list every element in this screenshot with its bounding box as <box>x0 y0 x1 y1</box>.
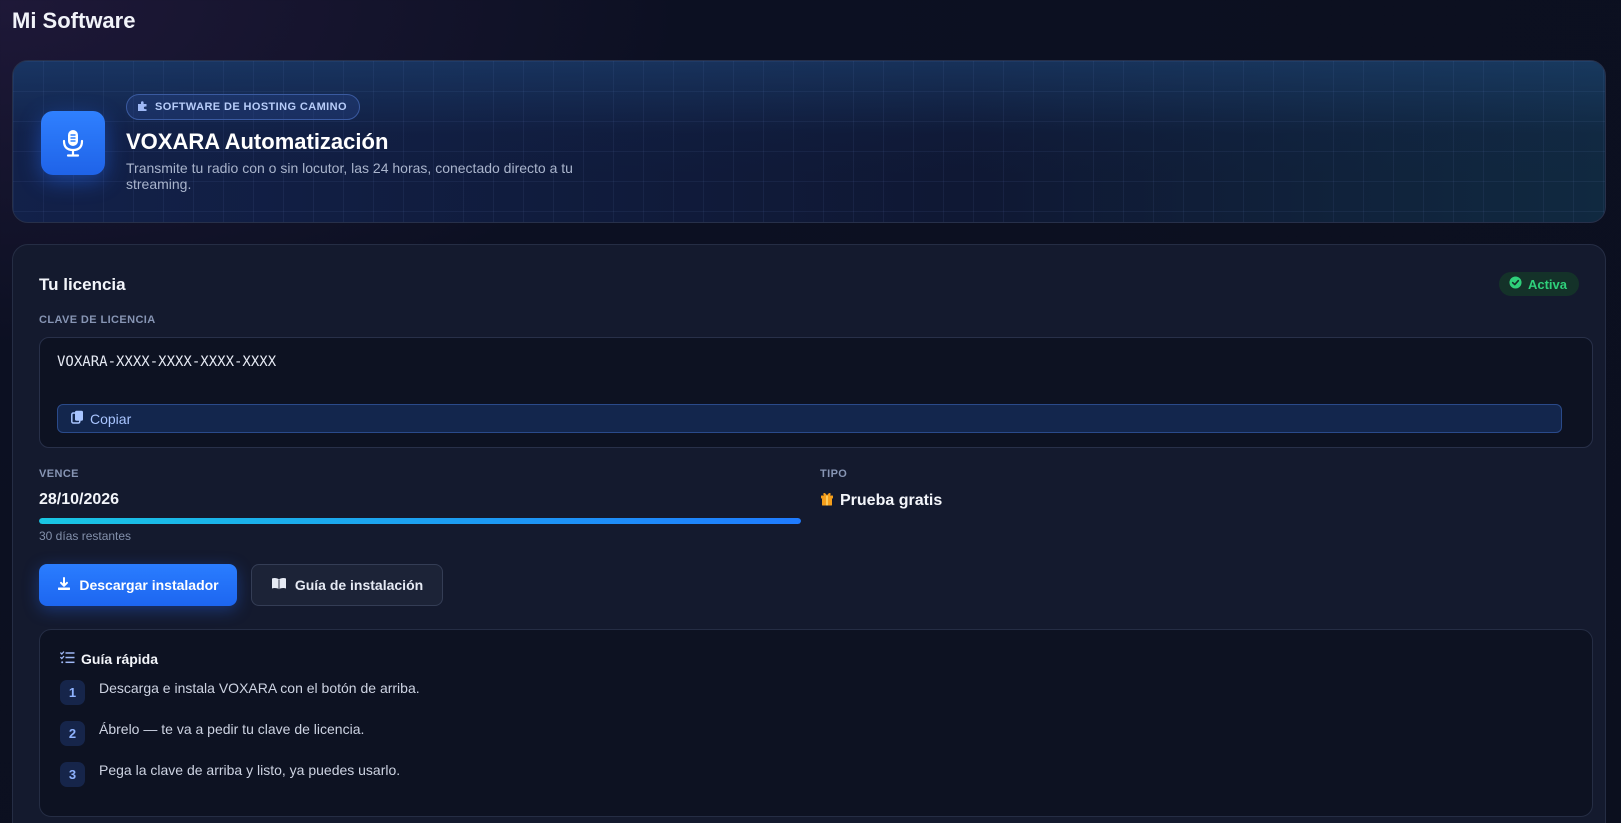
quick-guide-title: Guía rápida <box>60 651 158 667</box>
download-label: Descargar instalador <box>79 577 219 593</box>
software-category-badge: SOFTWARE DE HOSTING CAMINO <box>126 94 360 120</box>
microphone-icon <box>41 111 105 175</box>
check-circle-icon <box>1509 276 1522 292</box>
guide-step: 3 Pega la clave de arriba y listo, ya pu… <box>60 762 400 787</box>
license-type-value: Prueba gratis <box>840 492 943 509</box>
license-key-label: CLAVE DE LICENCIA <box>39 314 156 326</box>
type-label: TIPO <box>820 468 848 480</box>
quick-guide-panel: Guía rápida 1 Descarga e instala VOXARA … <box>39 629 1593 817</box>
copy-button[interactable]: Copiar <box>57 404 1562 433</box>
guide-step: 1 Descarga e instala VOXARA con el botón… <box>60 680 420 705</box>
software-description: Transmite tu radio con o sin locutor, la… <box>126 160 573 192</box>
installation-guide-button[interactable]: Guía de instalación <box>251 564 443 606</box>
status-badge: Activa <box>1498 272 1579 296</box>
expiration-progress-fill <box>39 518 801 524</box>
license-type: Prueba gratis <box>820 491 942 511</box>
guide-label: Guía de instalación <box>294 577 424 593</box>
expiration-progress-bar <box>39 518 801 524</box>
download-installer-button[interactable]: Descargar instalador <box>39 564 237 606</box>
step-text: Pega la clave de arriba y listo, ya pued… <box>99 762 401 778</box>
license-card: Tu licencia Activa CLAVE DE LICENCIA VOX… <box>12 244 1606 823</box>
step-number: 1 <box>60 680 85 705</box>
list-check-icon <box>60 651 75 667</box>
copy-label: Copiar <box>90 410 132 427</box>
software-hero-card: SOFTWARE DE HOSTING CAMINO VOXARA Automa… <box>12 60 1606 223</box>
badge-label: SOFTWARE DE HOSTING CAMINO <box>155 101 347 113</box>
step-text: Ábrelo — te va a pedir tu clave de licen… <box>99 721 365 737</box>
license-key-box: VOXARA-XXXX-XXXX-XXXX-XXXX Copiar <box>39 337 1593 448</box>
days-remaining: 30 días restantes <box>39 529 132 543</box>
step-number: 2 <box>60 721 85 746</box>
expires-label: VENCE <box>39 468 79 480</box>
license-key-value[interactable]: VOXARA-XXXX-XXXX-XXXX-XXXX <box>57 354 276 370</box>
download-icon <box>57 576 71 594</box>
license-title: Tu licencia <box>39 275 126 294</box>
quick-guide-label: Guía rápida <box>81 651 159 667</box>
page-title: Mi Software <box>12 8 136 33</box>
puzzle-icon <box>137 100 149 115</box>
expiration-date: 28/10/2026 <box>39 491 120 508</box>
copy-icon <box>71 410 84 427</box>
book-icon <box>271 577 287 593</box>
status-label: Activa <box>1527 276 1567 292</box>
guide-step: 2 Ábrelo — te va a pedir tu clave de lic… <box>60 721 364 746</box>
step-number: 3 <box>60 762 85 787</box>
gift-icon <box>820 491 834 511</box>
step-text: Descarga e instala VOXARA con el botón d… <box>99 680 420 696</box>
software-title: VOXARA Automatización <box>126 129 389 154</box>
